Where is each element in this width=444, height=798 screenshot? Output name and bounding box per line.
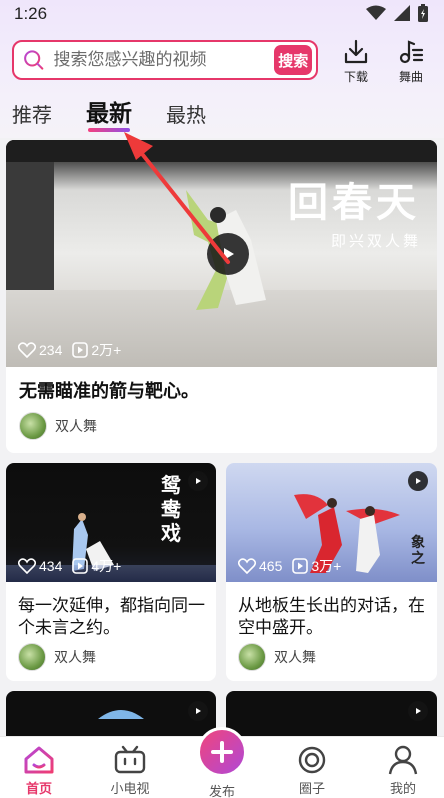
tab-latest[interactable]: 最新 xyxy=(86,94,132,132)
download-button[interactable]: 下载 xyxy=(336,38,376,85)
video-title[interactable]: 从地板生长出的对话，在空中盛开。 xyxy=(238,595,430,639)
author-name[interactable]: 双人舞 xyxy=(55,416,97,436)
play-button[interactable] xyxy=(408,701,428,721)
play-icon xyxy=(224,248,234,260)
video-card[interactable]: 象之 465 3万+ 从地板生长出的对话，在空中盛开。 双人舞 xyxy=(226,463,437,681)
dance-music-button[interactable]: 舞曲 xyxy=(391,38,431,85)
play-count-icon xyxy=(72,558,89,574)
avatar[interactable] xyxy=(238,643,266,671)
video-stats: 434 4万+ xyxy=(18,556,121,576)
nav-me-label: 我的 xyxy=(389,781,416,796)
battery-icon xyxy=(418,4,428,22)
nav-circle[interactable]: 圈子 xyxy=(282,745,342,797)
circle-icon xyxy=(298,746,326,774)
play-button[interactable] xyxy=(408,471,428,491)
video-stats: 234 2万+ xyxy=(18,340,121,360)
play-button[interactable] xyxy=(188,701,208,721)
nav-tv-label: 小电视 xyxy=(110,781,150,796)
video-overlay-title: 回春天 xyxy=(288,179,420,226)
nav-publish-label: 发布 xyxy=(208,784,235,798)
avatar[interactable] xyxy=(19,412,47,440)
video-thumbnail[interactable]: 象之 465 3万+ xyxy=(226,463,437,582)
active-tab-underline xyxy=(88,128,130,132)
play-count: 3万+ xyxy=(311,558,342,574)
author-name[interactable]: 双人舞 xyxy=(54,647,96,667)
status-icons xyxy=(366,4,428,22)
author-info[interactable]: 双人舞 xyxy=(238,643,316,671)
play-count-icon xyxy=(72,342,89,358)
download-icon xyxy=(344,39,368,64)
video-stats: 465 3万+ xyxy=(238,556,341,576)
search-icon xyxy=(24,50,44,70)
search-button[interactable]: 搜索 xyxy=(274,45,312,75)
play-count-icon xyxy=(292,558,309,574)
like-count: 234 xyxy=(39,342,63,358)
home-icon xyxy=(24,746,54,774)
heart-icon xyxy=(18,558,36,574)
like-count: 465 xyxy=(259,558,283,574)
publish-button[interactable] xyxy=(197,727,247,777)
tv-icon xyxy=(114,745,146,774)
video-title[interactable]: 无需瞄准的箭与靶心。 xyxy=(19,380,199,402)
video-title[interactable]: 每一次延伸，都指向同一个未言之约。 xyxy=(18,595,208,639)
person-icon xyxy=(388,745,418,775)
author-info[interactable]: 双人舞 xyxy=(19,412,97,440)
play-icon xyxy=(196,478,201,484)
featured-video-thumbnail[interactable]: 回春天 即兴双人舞 234 2万+ xyxy=(6,140,437,367)
like-count: 434 xyxy=(39,558,63,574)
signal-icon xyxy=(394,5,410,21)
author-info[interactable]: 双人舞 xyxy=(18,643,96,671)
tab-recommend[interactable]: 推荐 xyxy=(12,99,52,128)
nav-tv[interactable]: 小电视 xyxy=(100,745,160,797)
status-time: 1:26 xyxy=(14,4,48,23)
featured-video-card[interactable]: 回春天 即兴双人舞 234 2万+ 无需瞄准的箭与靶心。 双人舞 xyxy=(6,140,437,453)
avatar[interactable] xyxy=(18,643,46,671)
video-overlay-text: 象之 xyxy=(411,535,425,567)
heart-icon xyxy=(18,342,36,358)
video-overlay-subtitle: 即兴双人舞 xyxy=(331,232,422,250)
dance-music-label: 舞曲 xyxy=(398,70,423,84)
play-count: 2万+ xyxy=(91,342,122,358)
author-name[interactable]: 双人舞 xyxy=(274,647,316,667)
ceiling xyxy=(6,140,437,162)
play-icon xyxy=(416,708,421,714)
plus-icon xyxy=(211,741,233,763)
play-icon xyxy=(196,708,201,714)
nav-home[interactable]: 首页 xyxy=(9,745,69,797)
video-overlay-text: 鸳鸯戏 xyxy=(161,473,181,545)
nav-home-label: 首页 xyxy=(25,781,52,796)
video-card[interactable]: 鸳鸯戏 434 4万+ 每一次延伸，都指向同一个未言之约。 双人舞 xyxy=(6,463,216,681)
category-tabs: 推荐 最新 最热 xyxy=(12,94,206,132)
play-count: 4万+ xyxy=(91,558,122,574)
music-list-icon xyxy=(399,40,424,64)
nav-me[interactable]: 我的 xyxy=(373,745,433,797)
search-input[interactable] xyxy=(53,50,275,70)
play-button[interactable] xyxy=(188,471,208,491)
search-bar[interactable]: 搜索 xyxy=(12,40,318,80)
wifi-icon xyxy=(366,5,386,20)
tab-hottest[interactable]: 最热 xyxy=(166,99,206,128)
nav-circle-label: 圈子 xyxy=(298,781,325,796)
heart-icon xyxy=(238,558,256,574)
video-thumbnail[interactable]: 鸳鸯戏 434 4万+ xyxy=(6,463,216,582)
play-icon xyxy=(416,478,421,484)
nav-publish-label-wrap[interactable]: 发布 xyxy=(192,781,252,798)
play-button[interactable] xyxy=(207,233,249,275)
umbrella-figure xyxy=(98,710,144,719)
download-label: 下载 xyxy=(343,70,368,84)
